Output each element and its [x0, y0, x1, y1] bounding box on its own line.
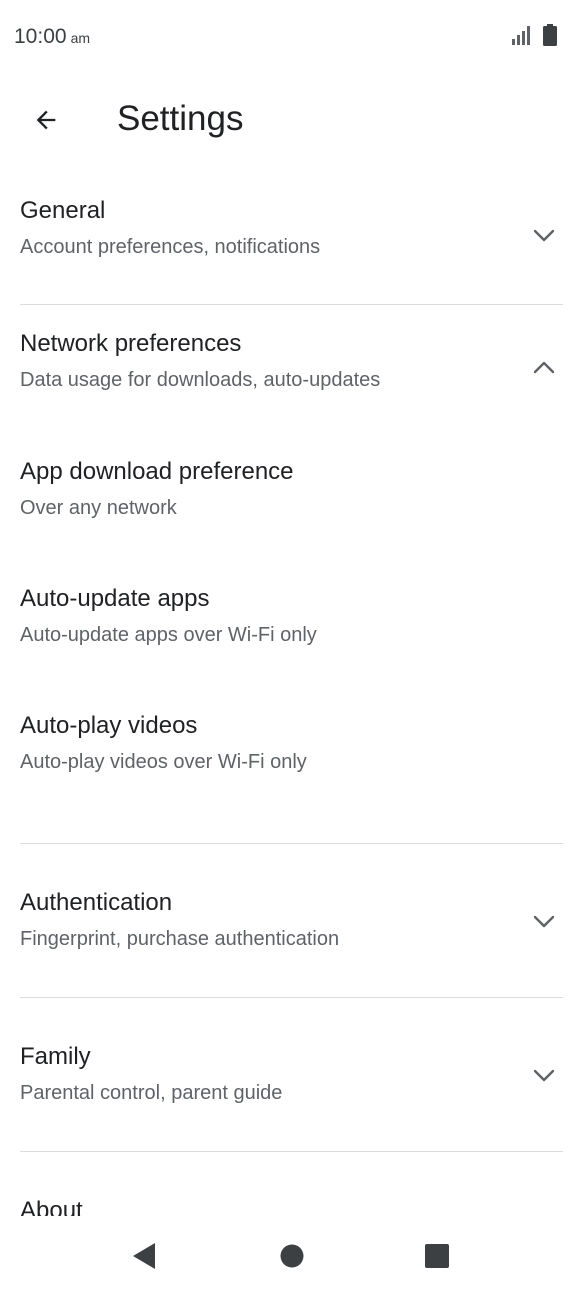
setting-app-download-preference[interactable]: App download preference Over any network — [0, 437, 583, 564]
nav-back-icon — [133, 1243, 155, 1269]
section-general: General Account preferences, notificatio… — [0, 172, 583, 304]
section-title: Authentication — [20, 889, 173, 916]
back-arrow-icon — [36, 110, 56, 130]
nav-recents-button[interactable] — [413, 1232, 461, 1280]
back-button[interactable] — [22, 96, 70, 144]
setting-auto-play-videos[interactable]: Auto-play videos Auto-play videos over W… — [0, 691, 583, 818]
setting-subtitle: Over any network — [20, 497, 177, 519]
section-header-about[interactable]: About — [0, 1152, 583, 1217]
section-authentication: Authentication Fingerprint, purchase aut… — [0, 844, 583, 997]
page-title: Settings — [117, 99, 244, 138]
section-subtitle: Data usage for downloads, auto-updates — [20, 369, 381, 391]
setting-subtitle: Auto-play videos over Wi-Fi only — [20, 751, 307, 773]
status-time: 10:00 am — [14, 25, 91, 48]
chevron-down-icon — [529, 906, 559, 936]
settings-list[interactable]: General Account preferences, notificatio… — [0, 172, 583, 1217]
section-network-preferences: Network preferences Data usage for downl… — [0, 305, 583, 818]
section-subtitle: Parental control, parent guide — [20, 1082, 283, 1104]
section-header-network-preferences[interactable]: Network preferences Data usage for downl… — [0, 305, 583, 437]
app-bar: Settings — [0, 80, 583, 160]
section-title: Family — [20, 1043, 91, 1070]
setting-subtitle: Auto-update apps over Wi-Fi only — [20, 624, 317, 646]
status-ampm: am — [70, 30, 91, 46]
section-subtitle: Account preferences, notifications — [20, 236, 321, 258]
section-header-general[interactable]: General Account preferences, notificatio… — [0, 172, 583, 304]
section-about: About — [0, 1152, 583, 1217]
nav-back-button[interactable] — [120, 1232, 168, 1280]
section-header-family[interactable]: Family Parental control, parent guide — [0, 998, 583, 1151]
battery-icon — [543, 24, 557, 46]
nav-recents-icon — [425, 1244, 449, 1268]
setting-auto-update-apps[interactable]: Auto-update apps Auto-update apps over W… — [0, 564, 583, 691]
status-bar: 10:00 am — [0, 0, 583, 76]
chevron-down-icon — [529, 1060, 559, 1090]
setting-title: App download preference — [20, 458, 294, 485]
system-nav-bar — [0, 1216, 583, 1296]
nav-home-icon — [280, 1244, 304, 1268]
status-icons — [511, 24, 557, 46]
chevron-up-icon — [529, 353, 559, 383]
section-subtitle: Fingerprint, purchase authentication — [20, 928, 340, 950]
section-title: General — [20, 197, 106, 224]
setting-title: Auto-play videos — [20, 712, 198, 739]
section-family: Family Parental control, parent guide — [0, 998, 583, 1151]
section-title: About — [20, 1197, 83, 1217]
signal-icon — [512, 26, 530, 45]
nav-home-button[interactable] — [268, 1232, 316, 1280]
chevron-down-icon — [529, 220, 559, 250]
section-title: Network preferences — [20, 330, 242, 357]
section-header-authentication[interactable]: Authentication Fingerprint, purchase aut… — [0, 844, 583, 997]
setting-title: Auto-update apps — [20, 585, 210, 612]
